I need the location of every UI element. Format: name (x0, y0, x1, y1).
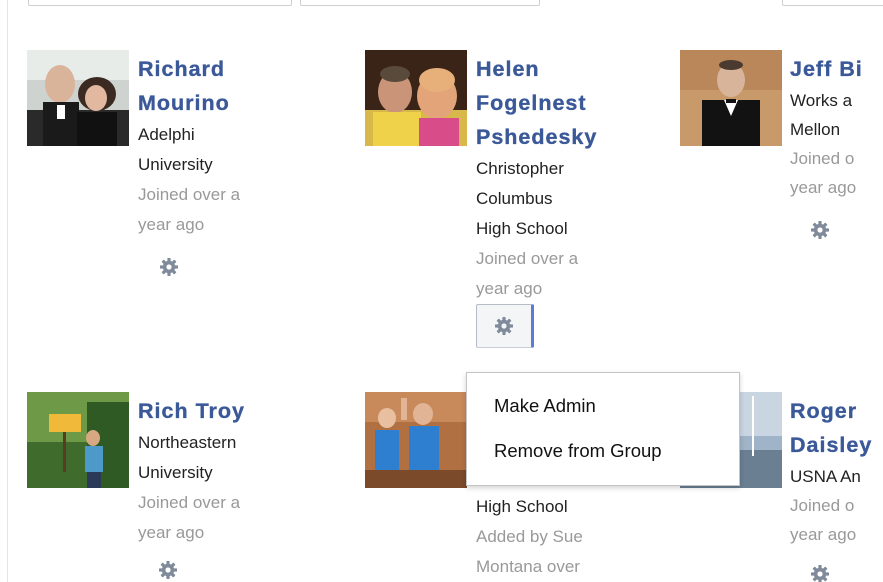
member-avatar[interactable] (27, 392, 129, 488)
member-avatar[interactable] (365, 392, 467, 488)
member-name[interactable]: Roger (790, 394, 883, 428)
member-joined: year ago (790, 525, 857, 544)
member-name[interactable]: Jeff Bi (790, 52, 883, 86)
member-avatar[interactable] (27, 50, 129, 146)
member-settings-button[interactable] (154, 556, 182, 582)
gear-icon (811, 221, 829, 239)
member-joined: Joined over a (138, 185, 241, 204)
top-input-box[interactable] (28, 0, 292, 6)
top-input-box[interactable] (782, 0, 883, 6)
member-name[interactable]: Mourino (138, 86, 328, 120)
member-settings-button[interactable] (806, 560, 834, 582)
member-joined: Joined over a (476, 249, 579, 268)
member-joined: Added by Sue (476, 527, 583, 546)
member-detail: Northeastern (138, 433, 237, 452)
member-settings-button[interactable] (155, 253, 183, 281)
member-name[interactable]: Pshedesky (476, 120, 666, 154)
member-joined: year ago (476, 279, 543, 298)
member-avatar[interactable] (680, 50, 782, 146)
gear-icon (159, 561, 177, 579)
member-detail: USNA An (790, 467, 861, 486)
make-admin-menu-item[interactable]: Make Admin (494, 395, 596, 417)
member-avatar[interactable] (365, 50, 467, 146)
member-settings-button[interactable] (476, 304, 534, 348)
member-detail: Mellon (790, 120, 841, 139)
member-detail: High School (476, 219, 568, 238)
member-name[interactable]: Daisley (790, 428, 883, 462)
left-divider (7, 0, 8, 582)
gear-icon (160, 258, 178, 276)
member-joined: year ago (138, 523, 205, 542)
gear-icon (811, 565, 829, 582)
top-input-box[interactable] (300, 0, 540, 6)
member-detail: University (138, 463, 213, 482)
member-joined: Joined o (790, 496, 855, 515)
member-joined: year ago (138, 215, 205, 234)
member-joined: Joined over a (138, 493, 241, 512)
member-name[interactable]: Fogelnest (476, 86, 666, 120)
member-name[interactable]: Helen (476, 52, 666, 86)
member-detail: Adelphi (138, 125, 195, 144)
member-detail: University (138, 155, 213, 174)
member-detail: Works a (790, 91, 853, 110)
member-name[interactable]: Rich Troy (138, 394, 328, 428)
member-options-menu: Make Admin Remove from Group (466, 372, 740, 486)
member-detail: Christopher (476, 159, 564, 178)
member-joined: year ago (790, 178, 857, 197)
member-name[interactable]: Richard (138, 52, 328, 86)
group-members-page: Richard Mourino Adelphi University Joine… (0, 0, 883, 582)
remove-from-group-menu-item[interactable]: Remove from Group (494, 440, 662, 462)
member-detail: High School (476, 497, 568, 516)
member-joined: Joined o (790, 149, 855, 168)
member-detail: Columbus (476, 189, 553, 208)
member-settings-button[interactable] (806, 216, 834, 244)
gear-icon (495, 317, 513, 335)
member-joined: Montana over (476, 557, 580, 576)
